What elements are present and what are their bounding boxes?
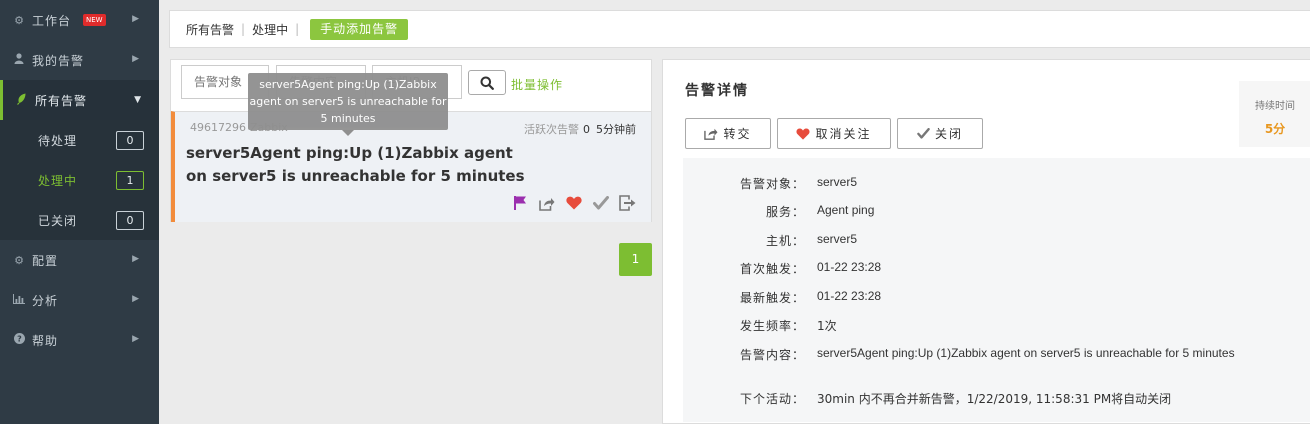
duration-value: 5分 xyxy=(1264,122,1286,136)
field-label: 下个活动： xyxy=(739,392,805,406)
check-icon xyxy=(917,128,930,139)
exit-icon[interactable] xyxy=(619,194,637,212)
nav-my-alerts-label: 我的告警 xyxy=(32,53,85,68)
sidebar: ⚙ 工作台 NEW ▶ 我的告警 ▶ 所有告警 ▼ 待处理 0 处理中 1 已关… xyxy=(0,0,159,424)
field-value: 01-22 23:28 xyxy=(817,289,882,303)
sidebar-item-label: 已关闭 xyxy=(38,213,78,228)
add-alert-button[interactable]: 手动添加告警 xyxy=(310,18,409,40)
heart-icon[interactable] xyxy=(565,194,583,212)
nav-all-alerts-label: 所有告警 xyxy=(35,93,88,108)
detail-fields: 告警对象： server5 服务： Agent ping 主机： server5… xyxy=(683,158,1310,422)
close-label: 关闭 xyxy=(934,127,963,141)
field-value: server5 xyxy=(817,175,858,189)
page-title: 告警详情 xyxy=(685,83,749,99)
nav-analysis[interactable]: 分析 ▶ xyxy=(0,280,159,320)
sidebar-item-closed[interactable]: 已关闭 0 xyxy=(0,200,159,240)
close-alert-button[interactable]: 关闭 xyxy=(897,118,983,149)
alert-title-tooltip: server5Agent ping:Up (1)Zabbix agent on … xyxy=(248,73,448,130)
field-value: 30min 内不再合并新告警，1/22/2019, 11:58:31 PM将自动… xyxy=(817,392,1172,406)
detail-row-next-action: 下个活动： 30min 内不再合并新告警，1/22/2019, 11:58:31… xyxy=(683,390,1310,410)
nav-my-alerts[interactable]: 我的告警 ▶ xyxy=(0,40,159,80)
detail-row-content: 告警内容： server5Agent ping:Up (1)Zabbix age… xyxy=(683,346,1310,366)
page-button[interactable]: 1 xyxy=(619,243,652,276)
check-icon[interactable] xyxy=(592,194,610,212)
detail-row-latest-trigger: 最新触发： 01-22 23:28 xyxy=(683,289,1310,309)
all-alerts-submenu: 待处理 0 处理中 1 已关闭 0 xyxy=(0,120,159,240)
nav-help-label: 帮助 xyxy=(32,333,59,348)
bulk-actions-link[interactable]: 批量操作 xyxy=(511,76,563,93)
chevron-right-icon: ▶ xyxy=(132,334,139,344)
forward-label: 转交 xyxy=(723,127,752,141)
count-badge: 0 xyxy=(116,211,144,230)
duration-label: 持续时间 xyxy=(1255,101,1295,112)
detail-row-frequency: 发生频率： 1次 xyxy=(683,317,1310,337)
count-badge: 0 xyxy=(116,131,144,150)
new-badge: NEW xyxy=(83,14,106,26)
alert-title[interactable]: server5Agent ping:Up (1)Zabbix agent on … xyxy=(186,142,526,188)
leaf-icon xyxy=(15,93,29,108)
nav-help[interactable]: ? 帮助 ▶ xyxy=(0,320,159,360)
gear-icon: ⚙ xyxy=(14,13,24,27)
active-label: 活跃次告警 xyxy=(524,123,579,136)
search-button[interactable] xyxy=(468,70,506,95)
divider: | xyxy=(241,22,246,36)
unfollow-label: 取消关注 xyxy=(815,127,872,141)
share-icon xyxy=(704,127,718,140)
field-label: 服务： xyxy=(765,205,805,219)
nav-config-label: 配置 xyxy=(32,253,59,268)
divider: | xyxy=(295,22,300,36)
field-label: 发生频率： xyxy=(739,319,805,333)
chevron-right-icon: ▶ xyxy=(132,54,139,64)
user-icon xyxy=(12,53,26,67)
field-value: Agent ping xyxy=(817,203,875,217)
nav-workbench[interactable]: ⚙ 工作台 NEW ▶ xyxy=(0,0,159,40)
share-icon[interactable] xyxy=(538,194,556,212)
sidebar-item-pending[interactable]: 待处理 0 xyxy=(0,120,159,160)
search-icon xyxy=(480,76,494,90)
detail-row-object: 告警对象： server5 xyxy=(683,175,1310,195)
flag-icon[interactable] xyxy=(511,194,529,212)
detail-row-service: 服务： Agent ping xyxy=(683,203,1310,223)
detail-row-host: 主机： server5 xyxy=(683,232,1310,252)
field-value: 01-22 23:28 xyxy=(817,260,882,274)
count-badge: 1 xyxy=(116,171,144,190)
field-value: server5Agent ping:Up (1)Zabbix agent on … xyxy=(817,346,1235,360)
bar-chart-icon xyxy=(12,293,26,307)
field-label: 告警内容： xyxy=(739,348,805,362)
alert-actions xyxy=(511,194,637,212)
unfollow-button[interactable]: 取消关注 xyxy=(777,118,891,149)
sidebar-item-processing[interactable]: 处理中 1 xyxy=(0,160,159,200)
question-icon: ? xyxy=(12,333,26,347)
active-count: 0 xyxy=(583,123,590,136)
svg-text:?: ? xyxy=(17,335,22,344)
heart-icon xyxy=(796,128,811,140)
sidebar-item-label: 处理中 xyxy=(38,173,78,188)
crumb-all-alerts[interactable]: 所有告警 xyxy=(186,21,234,38)
chevron-right-icon: ▶ xyxy=(132,294,139,304)
time-ago: 5分钟前 xyxy=(596,123,636,136)
tooltip-arrow xyxy=(342,130,354,136)
chevron-right-icon: ▶ xyxy=(132,14,139,24)
alert-detail-panel: 告警详情 持续时间 5分 转交 取消关注 关闭 告警对象： server5 服务… xyxy=(662,59,1310,424)
field-label: 最新触发： xyxy=(739,291,805,305)
detail-row-first-trigger: 首次触发： 01-22 23:28 xyxy=(683,260,1310,280)
field-value: 1次 xyxy=(817,319,837,333)
field-label: 首次触发： xyxy=(739,262,805,276)
chevron-right-icon: ▶ xyxy=(132,254,139,264)
field-value: server5 xyxy=(817,232,858,246)
field-label: 主机： xyxy=(765,234,805,248)
nav-config[interactable]: ⚙ 配置 ▶ xyxy=(0,240,159,280)
nav-workbench-label: 工作台 xyxy=(32,13,72,28)
gear-icon: ⚙ xyxy=(14,253,24,267)
forward-button[interactable]: 转交 xyxy=(685,118,771,149)
duration-box: 持续时间 5分 xyxy=(1239,81,1310,147)
breadcrumb: 所有告警 | 处理中 | 手动添加告警 xyxy=(169,10,1310,48)
nav-all-alerts[interactable]: 所有告警 ▼ xyxy=(0,80,159,120)
nav-analysis-label: 分析 xyxy=(32,293,59,308)
alert-active-info: 活跃次告警 0 5分钟前 xyxy=(524,121,636,137)
crumb-processing[interactable]: 处理中 xyxy=(252,21,288,38)
chevron-down-icon: ▼ xyxy=(134,95,141,105)
sidebar-item-label: 待处理 xyxy=(38,133,78,148)
field-label: 告警对象： xyxy=(739,177,805,191)
